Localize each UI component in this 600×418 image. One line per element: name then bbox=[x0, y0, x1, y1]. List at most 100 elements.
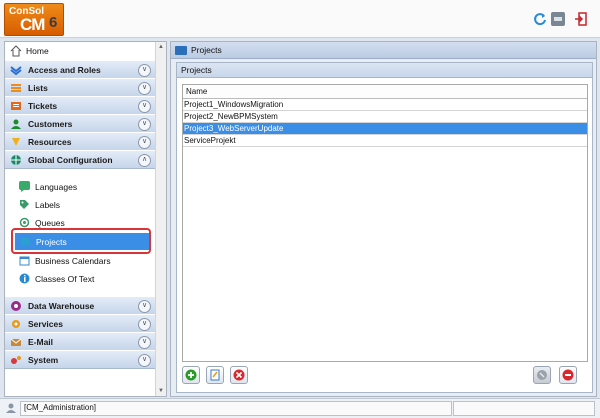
nav-item-label: Queues bbox=[35, 217, 65, 228]
add-button[interactable] bbox=[182, 366, 200, 384]
nav-home-label: Home bbox=[26, 45, 49, 56]
queues-icon bbox=[19, 217, 30, 228]
table-row[interactable]: Project2_NewBPMSystem bbox=[183, 111, 587, 123]
project-name: Project2_NewBPMSystem bbox=[184, 112, 278, 121]
projects-box: Projects Name Project1_WindowsMigration … bbox=[176, 62, 593, 393]
edit-button[interactable] bbox=[206, 366, 224, 384]
project-name: Project1_WindowsMigration bbox=[184, 100, 284, 109]
logo-line3: 6 bbox=[49, 14, 58, 31]
navigation-panel: Home Access and Roles ∨ Lists ∨ Tickets … bbox=[4, 41, 167, 397]
resources-icon bbox=[10, 136, 22, 148]
customers-icon bbox=[10, 118, 22, 130]
section-global-configuration[interactable]: Global Configuration ∧ bbox=[5, 150, 155, 169]
section-system[interactable]: System ∨ bbox=[5, 350, 155, 369]
pin-icon[interactable] bbox=[551, 12, 565, 26]
lock-button[interactable] bbox=[533, 366, 551, 384]
refresh-icon[interactable] bbox=[533, 12, 547, 26]
section-customers[interactable]: Customers ∨ bbox=[5, 114, 155, 133]
panel-header: Projects bbox=[171, 42, 596, 59]
chevron-down-icon[interactable]: ∨ bbox=[138, 318, 151, 331]
section-tickets[interactable]: Tickets ∨ bbox=[5, 96, 155, 115]
section-email[interactable]: E-Mail ∨ bbox=[5, 332, 155, 351]
nav-item-labels[interactable]: Labels bbox=[5, 196, 155, 213]
chevron-down-icon[interactable]: ∨ bbox=[138, 118, 151, 131]
folder-icon bbox=[175, 45, 187, 55]
tickets-icon bbox=[10, 100, 22, 112]
labels-icon bbox=[20, 200, 29, 209]
edit-icon bbox=[210, 369, 220, 381]
status-user-label: [CM_Administration] bbox=[24, 403, 97, 412]
section-label: E-Mail bbox=[28, 336, 54, 347]
table-row[interactable]: Project1_WindowsMigration bbox=[183, 99, 587, 111]
status-bar: [CM_Administration] bbox=[0, 398, 600, 418]
nav-item-label: Classes Of Text bbox=[35, 273, 95, 284]
projects-box-title: Projects bbox=[181, 65, 212, 75]
user-icon bbox=[6, 403, 16, 413]
logo-line2: CM bbox=[20, 15, 45, 34]
nav-item-label: Labels bbox=[35, 199, 61, 210]
delete-icon bbox=[233, 369, 245, 381]
section-label: Global Configuration bbox=[28, 154, 113, 165]
table-row[interactable]: ServiceProjekt bbox=[183, 135, 587, 147]
nav-item-languages[interactable]: Languages bbox=[5, 178, 155, 195]
chevron-down-icon[interactable]: ∨ bbox=[138, 336, 151, 349]
system-icon bbox=[10, 354, 22, 366]
section-label: System bbox=[28, 354, 59, 365]
scroll-down-icon[interactable]: ▼ bbox=[157, 387, 165, 395]
remove-icon bbox=[562, 369, 574, 381]
nav-scrollbar[interactable]: ▲ ▼ bbox=[155, 42, 166, 396]
scroll-up-icon[interactable]: ▲ bbox=[157, 43, 165, 51]
globe-icon bbox=[10, 154, 22, 166]
consol-cm6-logo: ConSol CM 6 bbox=[4, 3, 64, 36]
chevron-down-icon[interactable]: ∨ bbox=[138, 100, 151, 113]
table-row-selected[interactable]: Project3_WebServerUpdate bbox=[183, 123, 587, 135]
email-icon bbox=[10, 336, 22, 348]
lock-icon bbox=[537, 370, 547, 380]
project-name: Project3_WebServerUpdate bbox=[184, 124, 284, 133]
access-roles-icon bbox=[10, 64, 22, 76]
top-bar: ConSol CM 6 bbox=[0, 0, 600, 38]
classes-of-text-icon bbox=[19, 273, 30, 284]
table-header[interactable]: Name bbox=[183, 85, 587, 99]
chevron-down-icon[interactable]: ∨ bbox=[138, 82, 151, 95]
selection-highlight bbox=[11, 228, 151, 254]
project-name: ServiceProjekt bbox=[184, 136, 236, 145]
section-data-warehouse[interactable]: Data Warehouse ∨ bbox=[5, 296, 155, 315]
projects-table: Name Project1_WindowsMigration Project2_… bbox=[182, 84, 588, 362]
nav-item-label: Business Calendars bbox=[35, 255, 111, 266]
chevron-down-icon[interactable]: ∨ bbox=[138, 136, 151, 149]
chevron-down-icon[interactable]: ∨ bbox=[138, 354, 151, 367]
section-lists[interactable]: Lists ∨ bbox=[5, 78, 155, 97]
section-label: Access and Roles bbox=[28, 64, 101, 75]
status-secondary-field bbox=[453, 401, 595, 416]
remove-button[interactable] bbox=[559, 366, 577, 384]
section-label: Customers bbox=[28, 118, 73, 129]
column-header-name: Name bbox=[186, 87, 208, 96]
section-label: Lists bbox=[28, 82, 48, 93]
section-resources[interactable]: Resources ∨ bbox=[5, 132, 155, 151]
add-icon bbox=[185, 369, 197, 381]
section-label: Data Warehouse bbox=[28, 300, 95, 311]
status-user-field: [CM_Administration] bbox=[20, 401, 452, 416]
section-label: Services bbox=[28, 318, 63, 329]
nav-item-classes-of-text[interactable]: Classes Of Text bbox=[5, 270, 155, 287]
nav-item-business-calendars[interactable]: Business Calendars bbox=[5, 252, 155, 269]
logout-icon[interactable] bbox=[574, 12, 588, 26]
chevron-up-icon[interactable]: ∧ bbox=[138, 154, 151, 167]
nav-home[interactable]: Home bbox=[5, 42, 155, 59]
section-services[interactable]: Services ∨ bbox=[5, 314, 155, 333]
projects-panel: Projects Projects Name Project1_WindowsM… bbox=[170, 41, 597, 397]
chevron-down-icon[interactable]: ∨ bbox=[138, 64, 151, 77]
section-label: Resources bbox=[28, 136, 72, 147]
projects-box-header: Projects bbox=[177, 63, 592, 78]
languages-icon bbox=[19, 181, 30, 192]
lists-icon bbox=[10, 82, 22, 94]
services-icon bbox=[10, 318, 22, 330]
business-calendars-icon bbox=[19, 256, 30, 266]
section-access-and-roles[interactable]: Access and Roles ∨ bbox=[5, 60, 155, 79]
panel-title: Projects bbox=[191, 45, 222, 55]
home-icon bbox=[10, 44, 22, 56]
nav-item-label: Languages bbox=[35, 181, 78, 192]
delete-button[interactable] bbox=[230, 366, 248, 384]
chevron-down-icon[interactable]: ∨ bbox=[138, 300, 151, 313]
